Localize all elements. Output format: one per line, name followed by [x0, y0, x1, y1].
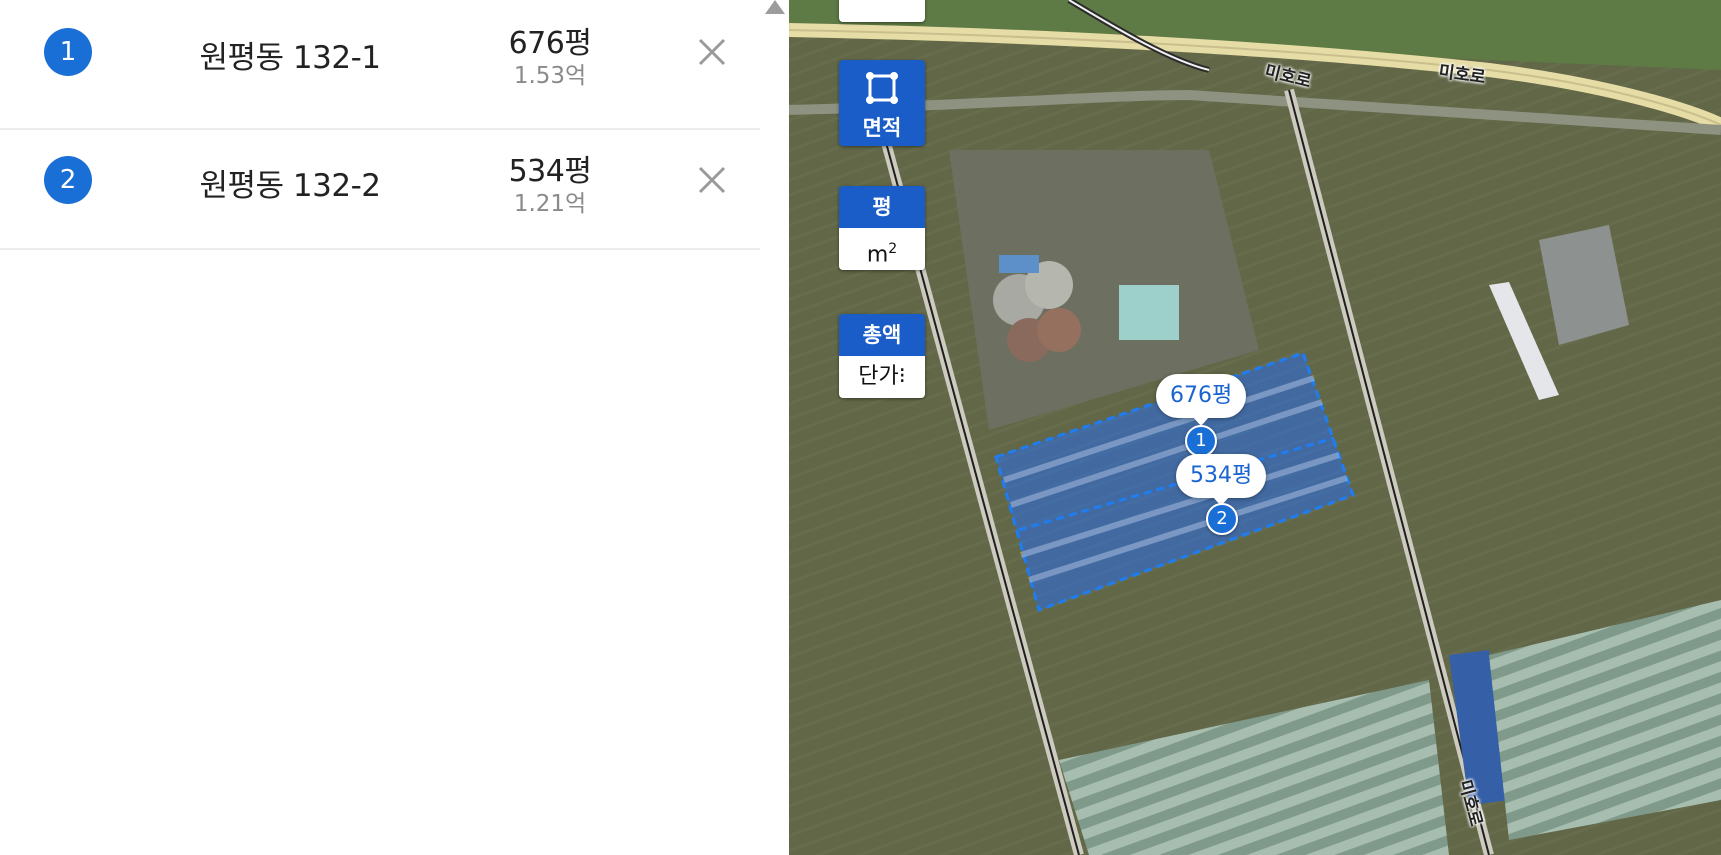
remove-parcel-button[interactable]: [690, 30, 734, 74]
total-price-option[interactable]: 총액: [839, 314, 925, 356]
unit-sqm-option[interactable]: m2: [839, 228, 925, 270]
parcel-price: 1.21억: [513, 191, 587, 217]
parcel-area-label-1[interactable]: 676평: [1156, 374, 1247, 426]
price-toggle[interactable]: 총액 단가⁝: [839, 314, 925, 398]
area-measure-label: 면적: [862, 116, 902, 140]
parcel-row-2[interactable]: 2 원평동 132-2 534평 1.21억: [0, 120, 760, 250]
parcel-list-panel: 1 원평동 132-1 676평 1.53억 2 원평동 132-2 534평 …: [0, 0, 760, 855]
satellite-map[interactable]: 미호로 미호로 미호로 면적 평 m2 총액 단가⁝ 676평 1 534평 2: [789, 0, 1721, 855]
close-icon: [698, 166, 726, 194]
parcel-marker-2[interactable]: 2: [1206, 503, 1238, 535]
remove-parcel-button[interactable]: [690, 158, 734, 202]
unit-pyeong-option[interactable]: 평: [839, 186, 925, 228]
scroll-up-icon[interactable]: [765, 0, 785, 14]
parcel-address: 원평동 132-2: [199, 168, 382, 204]
parcel-price: 1.53억: [513, 63, 587, 89]
map-control-top-partial[interactable]: [839, 0, 925, 22]
parcel-area-label-2[interactable]: 534평: [1176, 454, 1267, 506]
parcel-marker-1[interactable]: 1: [1185, 425, 1217, 457]
unit-price-option[interactable]: 단가⁝: [839, 356, 925, 398]
square-select-icon: [866, 72, 898, 104]
close-icon: [698, 38, 726, 66]
parcel-address: 원평동 132-1: [199, 40, 382, 76]
unit-toggle[interactable]: 평 m2: [839, 186, 925, 270]
area-measure-button[interactable]: 면적: [839, 60, 925, 146]
map-imagery: [789, 0, 1721, 855]
parcel-row-1[interactable]: 1 원평동 132-1 676평 1.53억: [0, 0, 760, 130]
parcel-number-badge: 1: [44, 28, 92, 76]
parcel-number-badge: 2: [44, 156, 92, 204]
